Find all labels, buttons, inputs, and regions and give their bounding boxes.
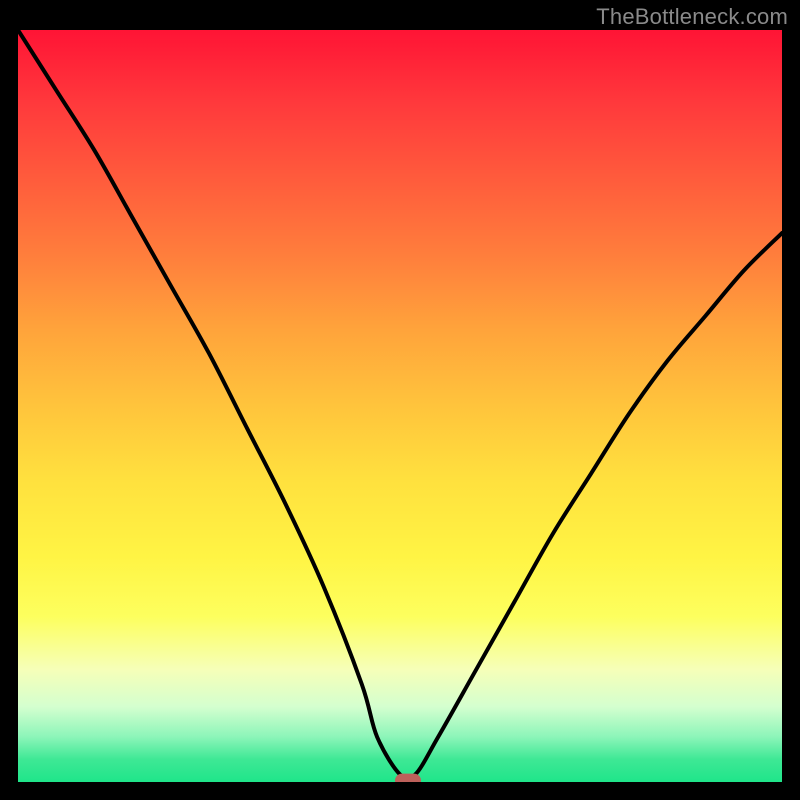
- bottleneck-marker: [395, 774, 421, 782]
- chart-frame: TheBottleneck.com: [0, 0, 800, 800]
- curve-svg: [18, 30, 782, 782]
- bottleneck-curve: [18, 30, 782, 779]
- watermark-text: TheBottleneck.com: [596, 4, 788, 30]
- plot-area: [18, 30, 782, 782]
